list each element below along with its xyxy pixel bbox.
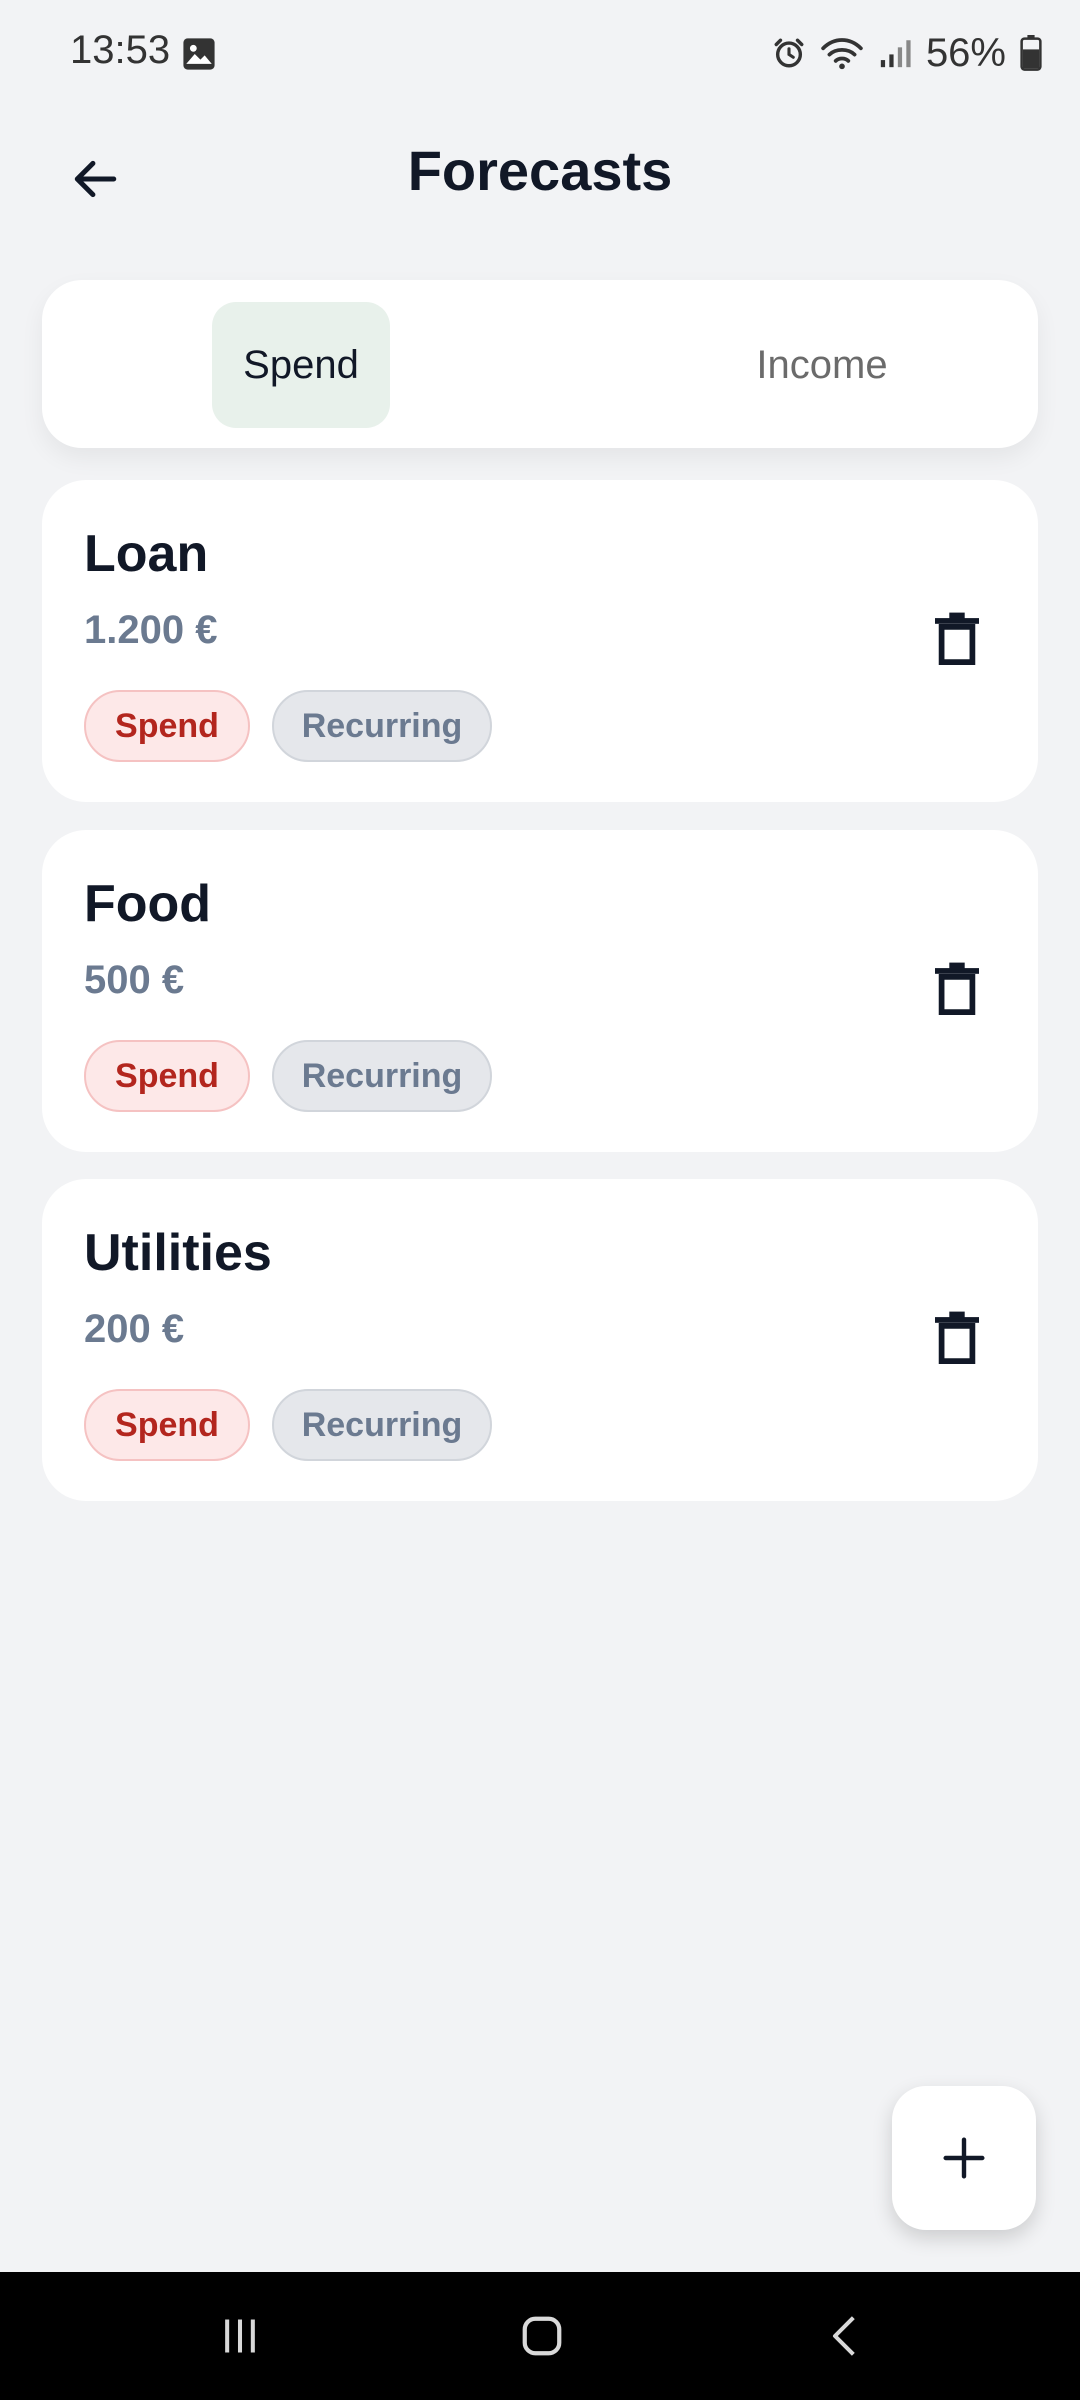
battery-percent: 56%: [925, 30, 1006, 75]
trash-icon: [935, 962, 979, 1015]
forecast-title: Loan: [84, 525, 209, 583]
wifi-icon: [821, 38, 863, 70]
forecast-title: Food: [84, 875, 212, 933]
recents-icon: [225, 2319, 255, 2353]
image-icon: [183, 38, 215, 70]
trash-icon: [935, 612, 979, 665]
add-forecast-button[interactable]: [892, 2086, 1036, 2230]
chevron-left-icon: [832, 2316, 855, 2356]
delete-button[interactable]: [922, 1303, 992, 1373]
app-header: Forecasts: [0, 120, 1080, 232]
forecast-amount: 1.200 €: [84, 608, 218, 652]
recurring-chip: Recurring: [272, 690, 492, 762]
recurring-chip: Recurring: [272, 1389, 492, 1461]
forecast-amount: 500 €: [84, 958, 185, 1002]
tab-spend[interactable]: Spend: [212, 302, 390, 428]
system-back-button[interactable]: [806, 2300, 886, 2372]
home-icon: [522, 2316, 562, 2356]
battery-icon: [1020, 35, 1042, 71]
recurring-chip: Recurring: [272, 1040, 492, 1112]
home-button[interactable]: [502, 2300, 582, 2372]
spend-chip: Spend: [84, 690, 250, 762]
delete-button[interactable]: [922, 604, 992, 674]
forecast-card[interactable]: Utilities 200 € Spend Recurring: [42, 1179, 1038, 1501]
forecast-card[interactable]: Loan 1.200 € Spend Recurring: [42, 480, 1038, 802]
delete-button[interactable]: [922, 954, 992, 1024]
spend-chip: Spend: [84, 1389, 250, 1461]
status-icons: 56%: [772, 28, 1042, 78]
type-tabs: Spend Income: [42, 280, 1038, 448]
tab-income[interactable]: Income: [682, 302, 962, 428]
forecast-title: Utilities: [84, 1224, 272, 1282]
recents-button[interactable]: [200, 2300, 280, 2372]
forecast-amount: 200 €: [84, 1307, 185, 1351]
trash-icon: [935, 1311, 979, 1364]
status-time: 13:53: [70, 28, 171, 72]
alarm-icon: [774, 38, 804, 68]
plus-icon: [943, 2137, 985, 2179]
signal-icon: [880, 40, 911, 68]
status-bar: 13:53 56%: [0, 0, 1080, 108]
system-nav-bar: [0, 2272, 1080, 2400]
spend-chip: Spend: [84, 1040, 250, 1112]
page-title: Forecasts: [407, 139, 673, 202]
forecast-card[interactable]: Food 500 € Spend Recurring: [42, 830, 1038, 1152]
